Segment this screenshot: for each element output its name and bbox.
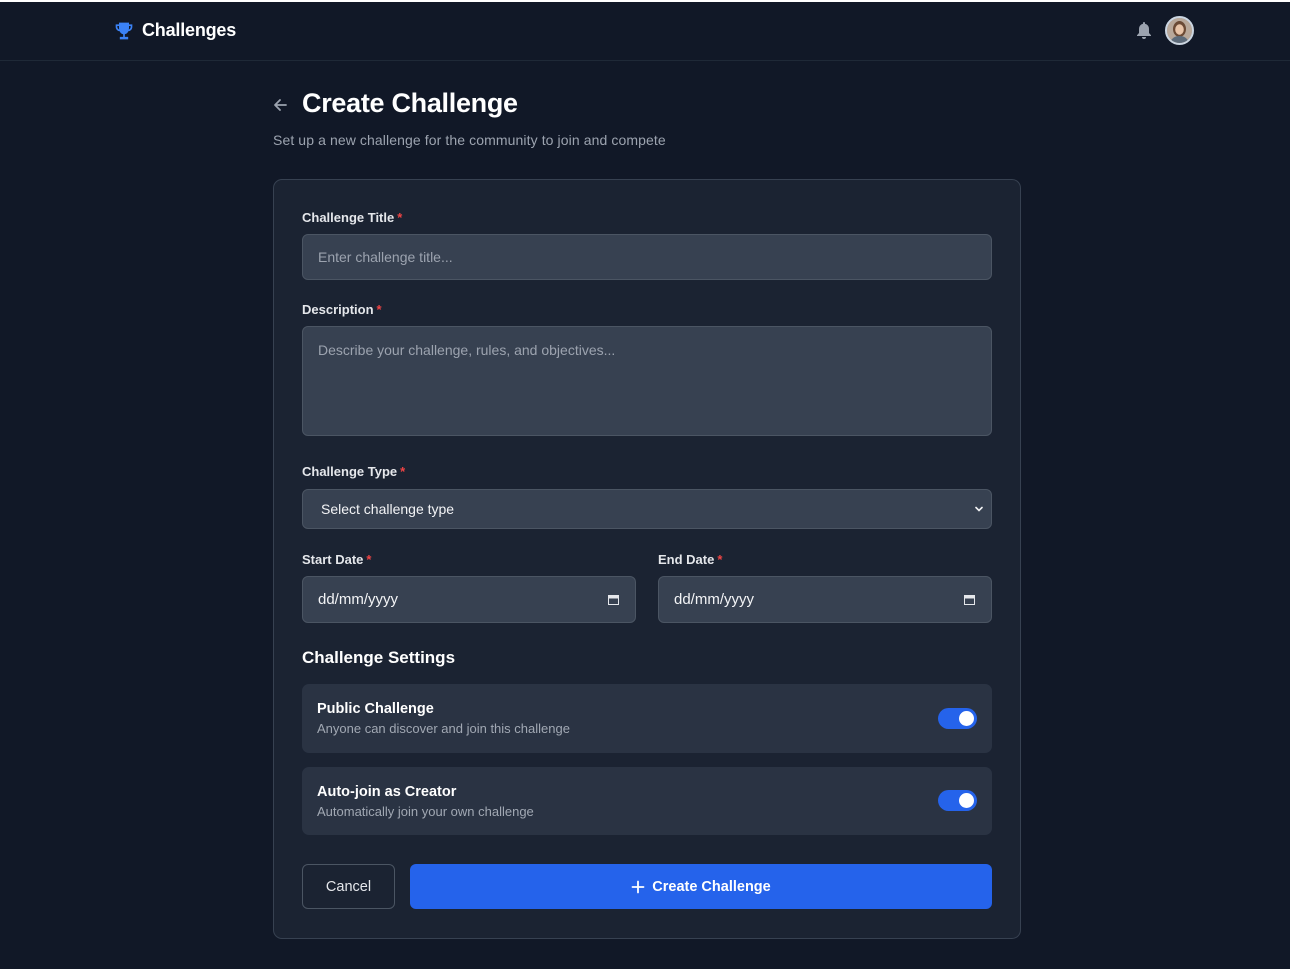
- challenge-title-label: Challenge Title *: [302, 210, 402, 225]
- required-mark: *: [717, 552, 723, 567]
- end-date-label: End Date *: [658, 552, 722, 567]
- description-label: Description *: [302, 302, 382, 317]
- end-date-value: dd/mm/yyyy: [674, 591, 755, 608]
- required-mark: *: [376, 302, 382, 317]
- auto-join-toggle[interactable]: [938, 790, 977, 811]
- setting-auto-join: Auto-join as Creator Automatically join …: [302, 767, 992, 835]
- challenge-settings-heading: Challenge Settings: [302, 648, 456, 667]
- bell-icon[interactable]: [1136, 22, 1152, 40]
- description-textarea[interactable]: Describe your challenge, rules, and obje…: [302, 326, 992, 436]
- required-mark: *: [366, 552, 372, 567]
- challenge-type-value: Select challenge type: [321, 501, 455, 517]
- avatar-image: [1167, 18, 1192, 43]
- public-challenge-toggle[interactable]: [938, 708, 977, 729]
- start-date-input[interactable]: dd/mm/yyyy: [302, 576, 636, 623]
- cancel-button[interactable]: Cancel: [302, 864, 395, 909]
- setting-title: Public Challenge: [317, 701, 434, 717]
- top-navigation-bar: Challenges: [0, 2, 1290, 61]
- required-mark: *: [397, 210, 403, 225]
- challenge-title-label-text: Challenge Title: [302, 210, 395, 225]
- toggle-knob: [959, 793, 974, 808]
- challenge-title-placeholder: Enter challenge title...: [318, 249, 453, 265]
- create-challenge-label: Create Challenge: [652, 878, 771, 895]
- required-mark: *: [400, 464, 406, 479]
- trophy-icon: [115, 22, 133, 39]
- description-placeholder: Describe your challenge, rules, and obje…: [318, 342, 616, 358]
- setting-description: Automatically join your own challenge: [317, 804, 534, 819]
- back-arrow-icon[interactable]: [271, 96, 289, 114]
- challenge-type-label: Challenge Type *: [302, 464, 405, 479]
- calendar-icon[interactable]: [608, 594, 619, 605]
- start-date-value: dd/mm/yyyy: [318, 591, 399, 608]
- challenge-type-label-text: Challenge Type: [302, 464, 398, 479]
- setting-description: Anyone can discover and join this challe…: [317, 721, 570, 736]
- setting-public-challenge: Public Challenge Anyone can discover and…: [302, 684, 992, 753]
- start-date-label: Start Date *: [302, 552, 371, 567]
- page-title: Create Challenge: [302, 88, 518, 118]
- user-avatar[interactable]: [1165, 16, 1194, 45]
- chevron-down-icon: [975, 506, 983, 512]
- plus-icon: [631, 880, 645, 893]
- challenge-title-input[interactable]: Enter challenge title...: [302, 234, 992, 280]
- setting-title: Auto-join as Creator: [317, 784, 457, 800]
- description-label-text: Description: [302, 302, 374, 317]
- create-challenge-button[interactable]: Create Challenge: [410, 864, 992, 909]
- end-date-label-text: End Date: [658, 552, 715, 567]
- page-subtitle: Set up a new challenge for the community…: [273, 132, 666, 148]
- challenge-type-select[interactable]: Select challenge type: [302, 489, 992, 529]
- calendar-icon[interactable]: [964, 594, 975, 605]
- end-date-input[interactable]: dd/mm/yyyy: [658, 576, 992, 623]
- start-date-label-text: Start Date: [302, 552, 364, 567]
- brand-logo[interactable]: Challenges: [114, 20, 236, 41]
- brand-name: Challenges: [142, 20, 237, 40]
- toggle-knob: [959, 711, 974, 726]
